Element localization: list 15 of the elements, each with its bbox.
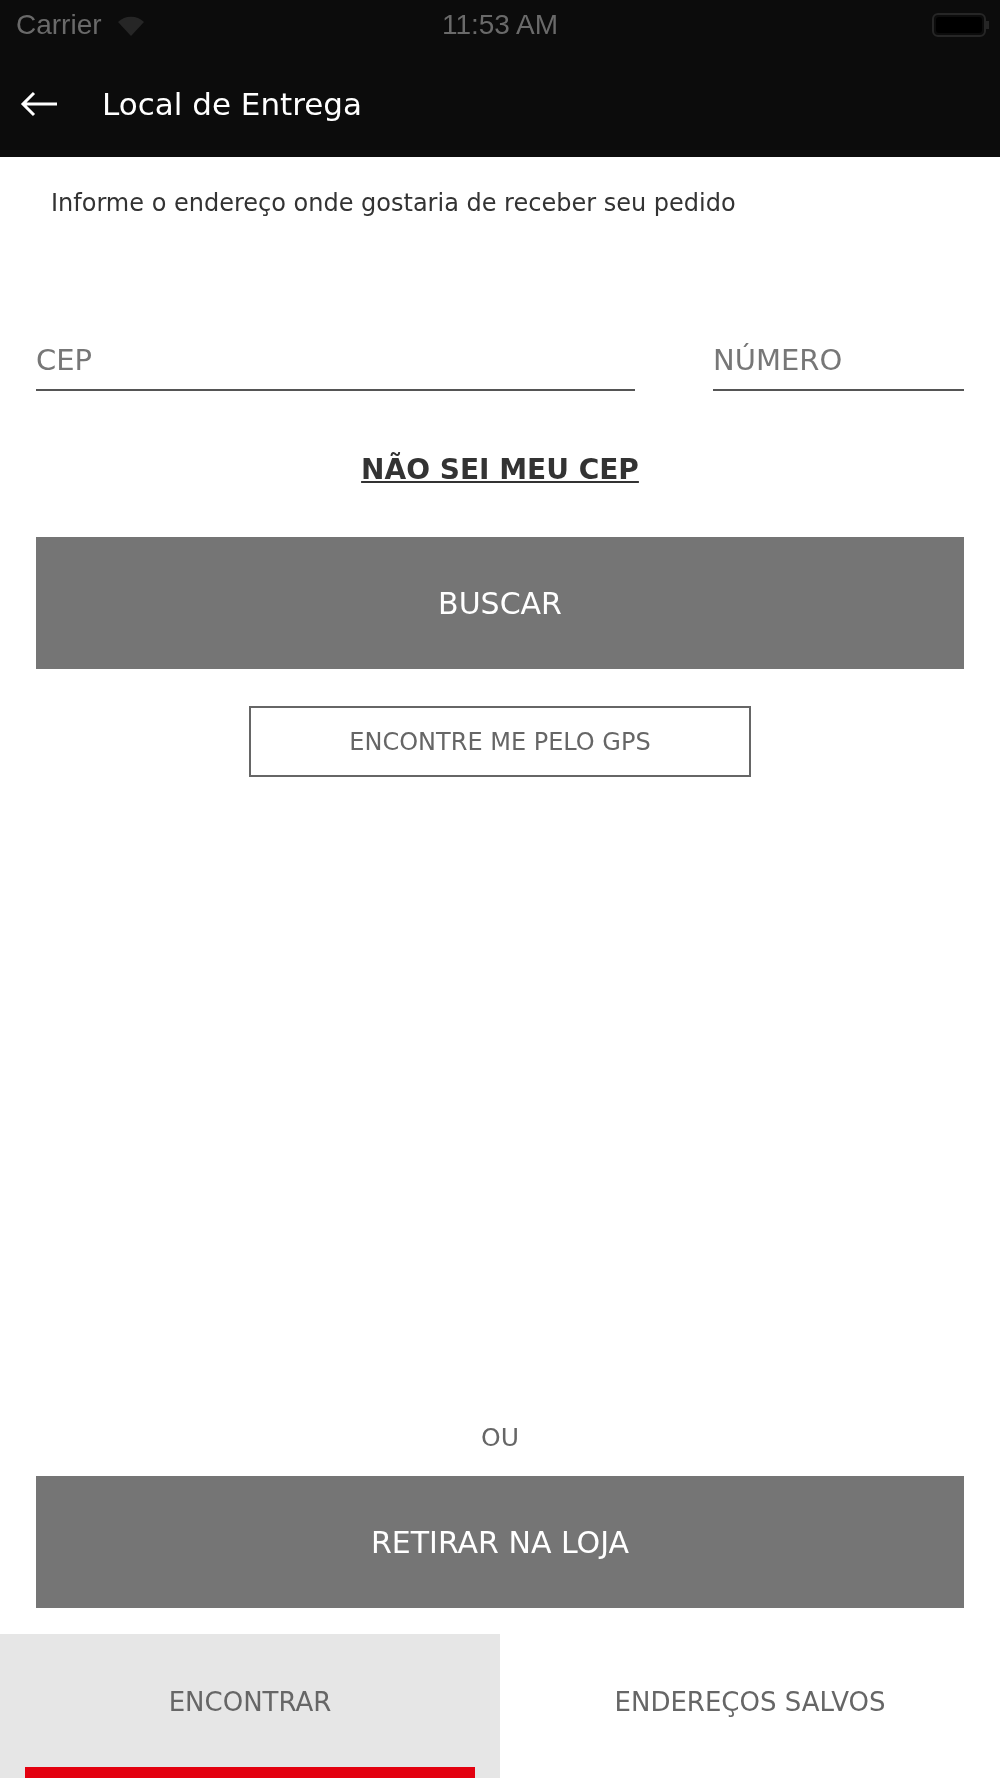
gps-button[interactable]: ENCONTRE ME PELO GPS [249, 706, 751, 777]
input-field[interactable]: NÚMERO [713, 343, 964, 391]
pickup-button[interactable]: RETIRAR NA LOJA [36, 1476, 964, 1608]
back-arrow-icon[interactable] [20, 90, 58, 117]
status-time: 11:53 AM [441, 9, 559, 41]
unknown-cep-link[interactable]: NÃO SEI MEU CEP [361, 453, 639, 486]
tab[interactable]: ENCONTRAR [0, 1634, 500, 1778]
carrier-label: Carrier [16, 9, 102, 41]
search-button[interactable]: BUSCAR [36, 537, 964, 669]
input-field[interactable]: CEP [36, 343, 635, 391]
separator-text: OU [481, 1423, 519, 1452]
wifi-icon [115, 14, 146, 36]
instruction-text: Informe o endereço onde gostaria de receber seu pedido [51, 189, 737, 217]
battery-icon [932, 13, 990, 37]
screen-title: Local de Entrega [102, 85, 362, 122]
